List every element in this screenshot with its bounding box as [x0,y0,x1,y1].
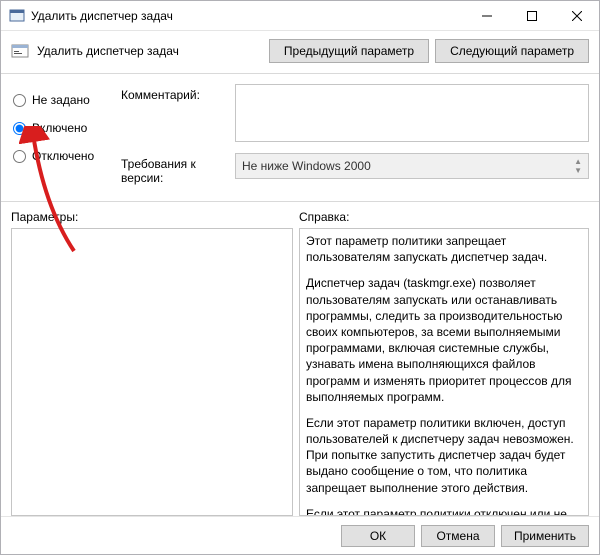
req-scroll-icon: ▲▼ [574,157,582,175]
help-paragraph: Если этот параметр политики включен, дос… [306,415,582,496]
footer: ОК Отмена Применить [1,516,599,554]
radio-not-configured-input[interactable] [13,94,26,107]
titlebar: Удалить диспетчер задач [1,1,599,31]
options-panel[interactable] [11,228,293,516]
comment-row: Комментарий: [121,84,589,145]
radio-not-configured[interactable]: Не задано [11,88,121,112]
fields: Комментарий: Требования к версии: Не ниж… [121,84,589,193]
help-panel[interactable]: Этот параметр политики запрещает пользов… [299,228,589,516]
app-icon [9,8,25,24]
top-config-row: Не задано Включено Отключено Комментарий… [11,84,589,193]
radio-disabled-label: Отключено [32,149,94,163]
radio-disabled-input[interactable] [13,150,26,163]
help-paragraph: Этот параметр политики запрещает пользов… [306,233,582,265]
radio-enabled[interactable]: Включено [11,116,121,140]
radio-not-configured-label: Не задано [32,93,90,107]
header: Удалить диспетчер задач Предыдущий парам… [1,31,599,74]
cancel-button[interactable]: Отмена [421,525,495,547]
options-label: Параметры: [11,210,299,224]
requirements-row: Требования к версии: Не ниже Windows 200… [121,153,589,185]
policy-icon [11,42,29,60]
requirements-label: Требования к версии: [121,153,235,185]
requirements-value: Не ниже Windows 2000 [242,159,371,173]
policy-editor-window: Удалить диспетчер задач Удалить диспетче… [0,0,600,555]
radio-enabled-input[interactable] [13,122,26,135]
maximize-button[interactable] [509,1,554,30]
apply-button[interactable]: Применить [501,525,589,547]
help-label: Справка: [299,210,349,224]
separator [1,201,599,202]
radio-disabled[interactable]: Отключено [11,144,121,168]
panels: Этот параметр политики запрещает пользов… [11,228,589,516]
next-setting-button[interactable]: Следующий параметр [435,39,589,63]
radio-enabled-label: Включено [32,121,87,135]
requirements-box: Не ниже Windows 2000 ▲▼ [235,153,589,179]
help-paragraph: Если этот параметр политики отключен или… [306,506,582,516]
close-button[interactable] [554,1,599,30]
panel-labels: Параметры: Справка: [11,210,589,224]
state-radio-group: Не задано Включено Отключено [11,84,121,193]
body: Не задано Включено Отключено Комментарий… [1,74,599,516]
help-paragraph: Диспетчер задач (taskmgr.exe) позволяет … [306,275,582,405]
minimize-button[interactable] [464,1,509,30]
previous-setting-button[interactable]: Предыдущий параметр [269,39,429,63]
window-title: Удалить диспетчер задач [31,9,464,23]
comment-textarea[interactable] [235,84,589,142]
ok-button[interactable]: ОК [341,525,415,547]
comment-label: Комментарий: [121,84,235,102]
policy-title: Удалить диспетчер задач [37,44,263,58]
